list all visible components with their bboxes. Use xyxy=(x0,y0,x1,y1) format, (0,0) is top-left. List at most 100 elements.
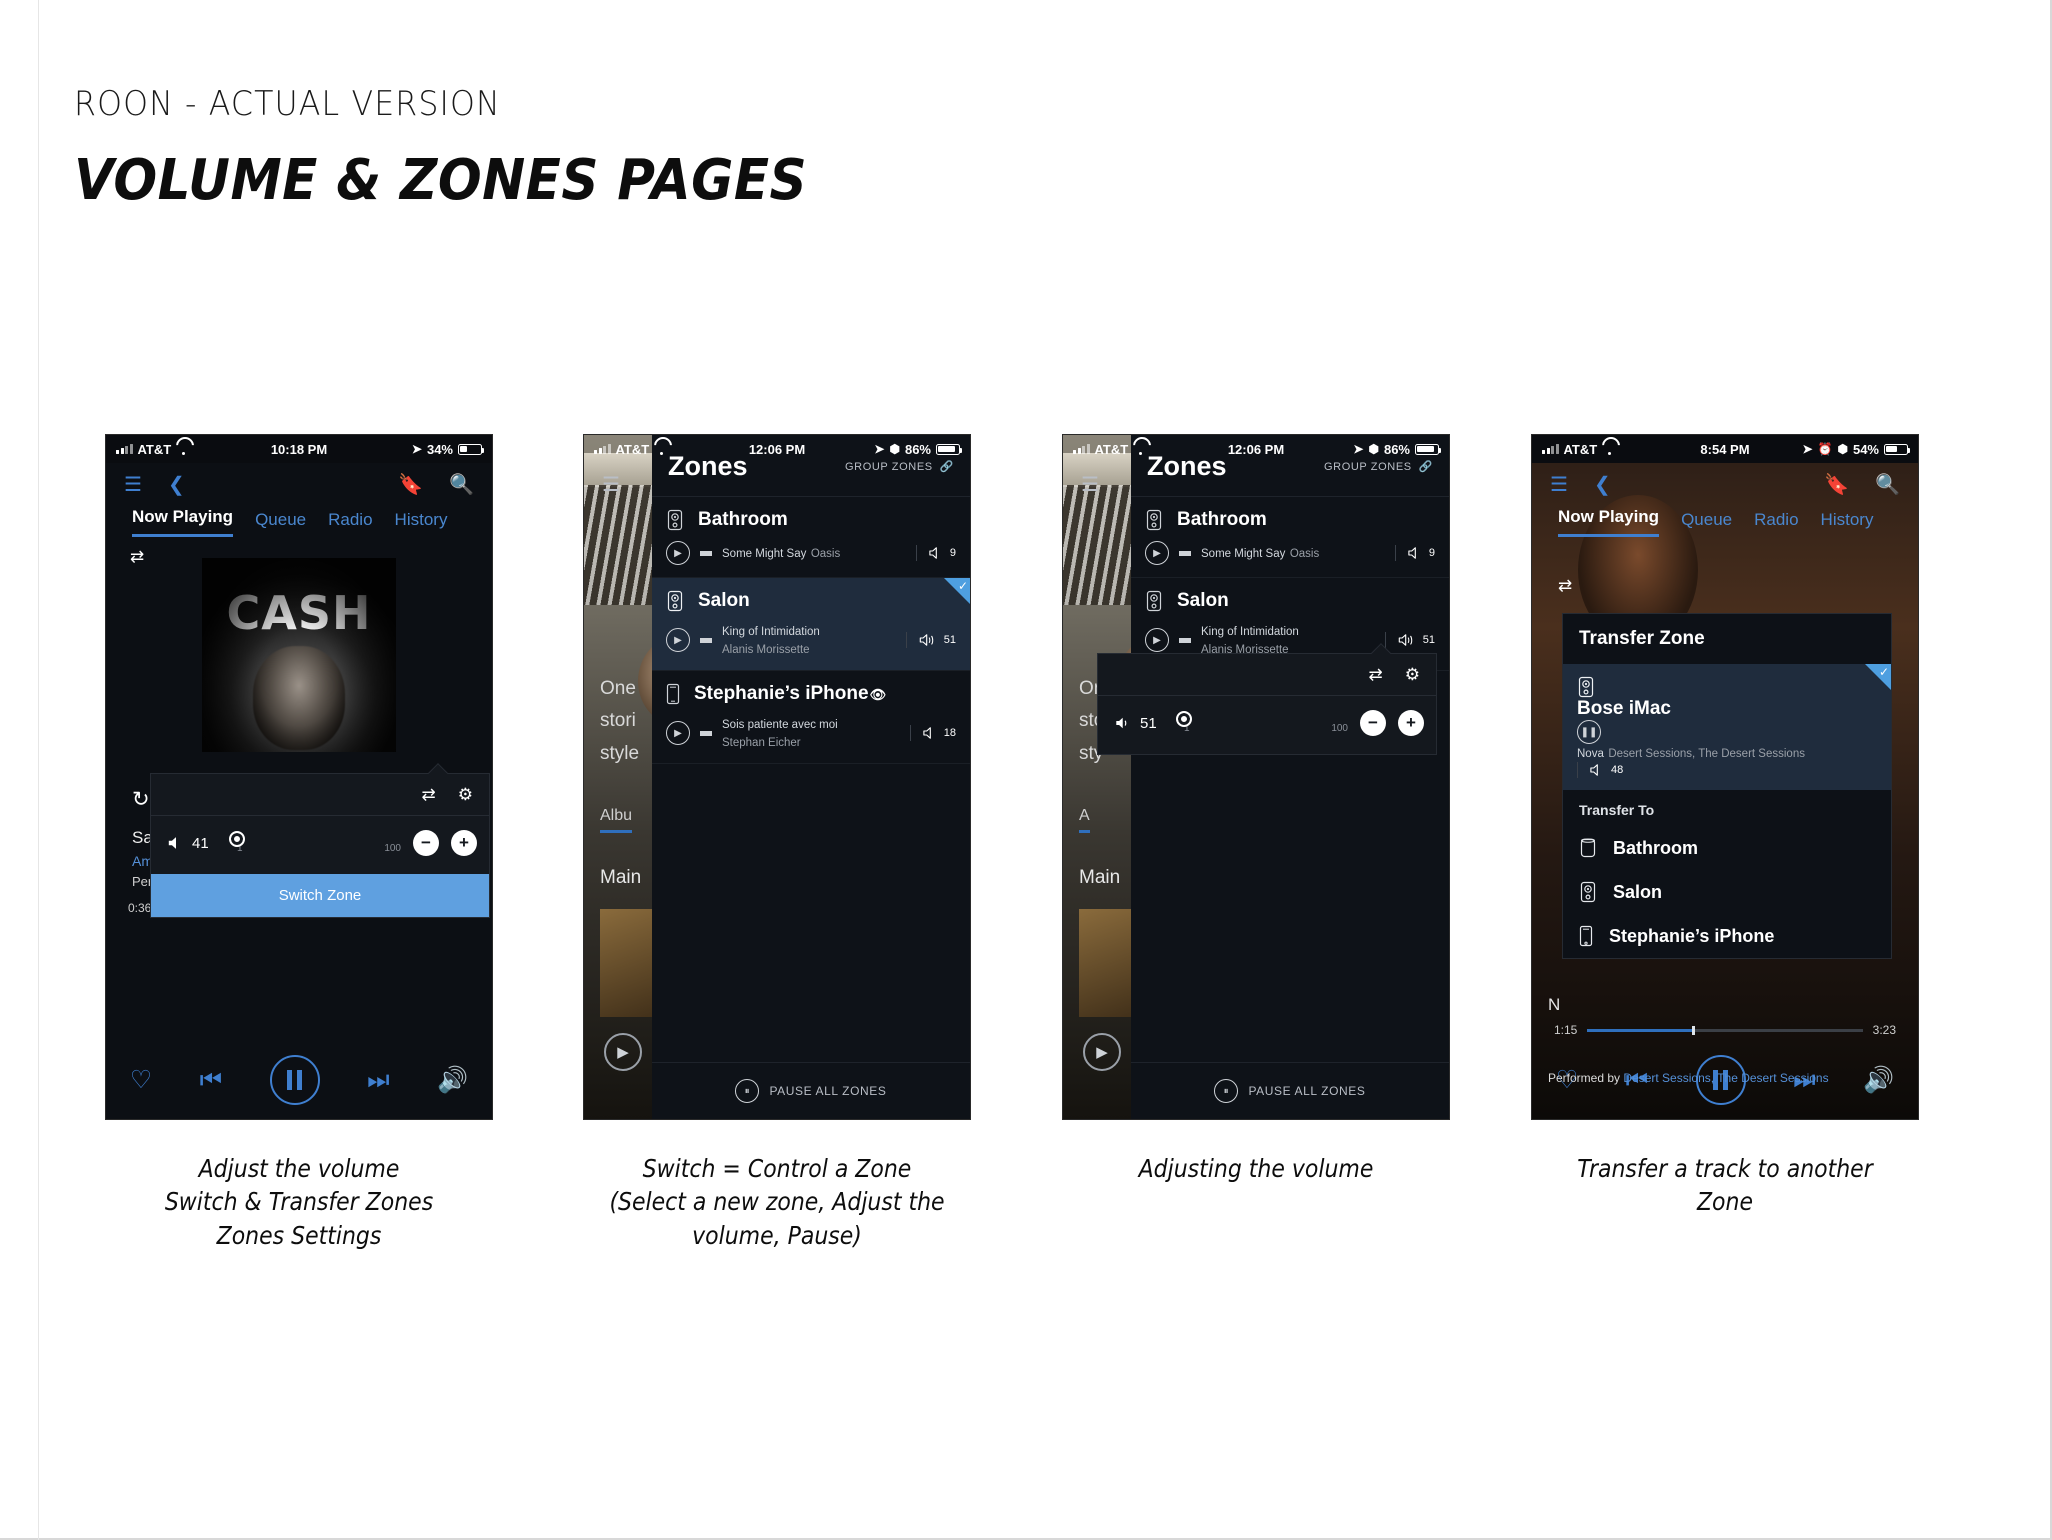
ios-status-bar: AT&T 8:54 PM ➤ ⏰ ⬢ 54% xyxy=(1532,435,1918,463)
zone-volume[interactable]: 51 xyxy=(905,632,956,648)
zone-name: Salon xyxy=(1177,590,1229,611)
volume-slider-knob[interactable] xyxy=(1176,710,1192,727)
search-icon[interactable]: 🔍 xyxy=(1875,475,1900,495)
transfer-zone-icon[interactable]: ⇄ xyxy=(130,547,144,567)
pause-all-zones-button[interactable]: ⏸ PAUSE ALL ZONES xyxy=(1131,1062,1449,1119)
repeat-icon[interactable]: ↻ xyxy=(132,787,150,812)
back-icon[interactable]: ❮ xyxy=(1594,475,1611,495)
background-play-button[interactable]: ▶ xyxy=(604,1033,642,1071)
tab-radio[interactable]: Radio xyxy=(1754,510,1798,537)
transfer-zone-icon[interactable]: ⇄ xyxy=(422,785,436,805)
slide-title: VOLUME & ZONES PAGES xyxy=(74,148,808,213)
tab-radio[interactable]: Radio xyxy=(328,510,372,537)
volume-value: 41 xyxy=(192,834,209,852)
transfer-target-name: Stephanie’s iPhone xyxy=(1609,925,1775,946)
transfer-zone-icon[interactable]: ⇄ xyxy=(1558,577,1572,594)
status-right: ➤ ⏰ ⬢ 54% xyxy=(1802,441,1911,457)
zone-play-button[interactable]: ▶ xyxy=(666,628,690,652)
next-track-button[interactable]: ⏭ xyxy=(367,1066,390,1095)
zone-volume[interactable]: 51 xyxy=(1384,632,1435,648)
zone-track-info: King of Intimidation Alanis Morissette xyxy=(722,622,896,658)
tab-queue[interactable]: Queue xyxy=(1681,510,1732,537)
volume-button[interactable]: 🔊 xyxy=(437,1066,468,1095)
tab-now-playing[interactable]: Now Playing xyxy=(132,507,234,537)
app-navbar: ☰ ❮ 🔖 🔍 xyxy=(106,463,492,501)
volume-increase-button[interactable]: + xyxy=(451,830,477,856)
zone-track-artist: Oasis xyxy=(810,548,841,560)
transfer-zone-icon[interactable]: ⇄ xyxy=(1369,665,1383,685)
zone-volume[interactable]: 48 xyxy=(1577,762,1877,778)
seek-bar[interactable] xyxy=(1587,1025,1863,1035)
zone-volume-value: 9 xyxy=(949,547,956,559)
zone-head: Stephanie’s iPhone👁 xyxy=(666,683,956,705)
volume-decrease-button[interactable]: − xyxy=(1360,710,1386,736)
volume-decrease-button[interactable]: − xyxy=(413,830,439,856)
status-left: AT&T xyxy=(1542,442,1616,457)
volume-button[interactable]: 🔊 xyxy=(1863,1066,1894,1095)
battery-percent: 54% xyxy=(1852,441,1879,457)
zone-settings-gear-icon[interactable]: ⚙ xyxy=(458,785,473,805)
back-icon[interactable]: ❮ xyxy=(168,475,185,495)
transfer-zone-current[interactable]: Bose iMac ❚❚ Nova Desert Sessions, The D… xyxy=(1563,664,1891,790)
previous-track-button[interactable]: ⏮ xyxy=(200,1066,223,1095)
zone-row[interactable]: Salon ▶ King of Intimidation Alanis Mori… xyxy=(652,578,970,671)
volume-max-label: 100 xyxy=(1331,722,1348,734)
zone-row[interactable]: Stephanie’s iPhone👁 ▶ Sois patiente avec… xyxy=(652,671,970,764)
menu-icon[interactable]: ☰ xyxy=(1550,475,1568,495)
zone-name: Bathroom xyxy=(1177,509,1267,530)
search-icon[interactable]: 🔍 xyxy=(449,475,474,495)
phone-mockup-2: One stori style Albu Main ▶ AT&T 12:06 P… xyxy=(583,434,971,1120)
location-arrow-icon: ➤ xyxy=(1802,442,1813,456)
cellular-signal-icon xyxy=(1073,444,1090,454)
zone-playback-row: ❚❚ Nova Desert Sessions, The Desert Sess… xyxy=(1577,720,1877,778)
zone-volume[interactable]: 18 xyxy=(909,725,956,741)
pause-all-zones-button[interactable]: ⏸ PAUSE ALL ZONES xyxy=(652,1062,970,1119)
favorite-heart-icon[interactable]: ♡ xyxy=(130,1065,152,1095)
zone-play-button[interactable]: ▶ xyxy=(1145,541,1169,565)
menu-icon[interactable]: ☰ xyxy=(602,475,620,495)
zone-track-info: Nova Desert Sessions, The Desert Session… xyxy=(1577,744,1805,761)
volume-slider-knob[interactable] xyxy=(229,830,245,847)
performed-by-link[interactable]: Desert Sessions, The Desert Sessions xyxy=(1623,1071,1828,1085)
tab-queue[interactable]: Queue xyxy=(255,510,306,537)
zone-volume[interactable]: 9 xyxy=(915,545,956,561)
pause-all-zones-label: PAUSE ALL ZONES xyxy=(1248,1084,1366,1098)
background-play-button[interactable]: ▶ xyxy=(1083,1033,1121,1071)
eye-icon: 👁 xyxy=(869,687,887,702)
zone-play-button[interactable]: ▶ xyxy=(666,541,690,565)
zone-pause-button[interactable]: ❚❚ xyxy=(1577,720,1601,744)
zone-row[interactable]: Bathroom ▶ Some Might Say Oasis 9 xyxy=(652,497,970,578)
volume-increase-button[interactable]: + xyxy=(1398,710,1424,736)
status-right: ➤ 34% xyxy=(412,442,485,457)
tab-history[interactable]: History xyxy=(1821,510,1874,537)
bookmark-icon[interactable]: 🔖 xyxy=(398,475,423,495)
zone-name: Bathroom xyxy=(698,509,788,530)
status-right: ➤ ⬢ 86% xyxy=(1353,442,1442,457)
transfer-target-bathroom[interactable]: Bathroom xyxy=(1563,826,1891,870)
phone-mockup-1: AT&T 10:18 PM ➤ 34% ☰ ❮ 🔖 🔍 Now Playing … xyxy=(105,434,493,1120)
transfer-target-salon[interactable]: Salon xyxy=(1563,870,1891,914)
slide-border-left xyxy=(38,0,39,1540)
speaker-plain-icon xyxy=(1580,838,1596,858)
tab-bar: Now Playing Queue Radio History xyxy=(1532,501,1918,537)
transfer-target-iphone[interactable]: Stephanie’s iPhone xyxy=(1563,914,1891,958)
switch-zone-button[interactable]: Switch Zone xyxy=(151,874,489,917)
zone-settings-gear-icon[interactable]: ⚙ xyxy=(1405,665,1420,685)
background-main-label: Main xyxy=(600,867,642,888)
zone-name: Bose iMac xyxy=(1577,698,1671,719)
bookmark-icon[interactable]: 🔖 xyxy=(1824,475,1849,495)
tab-history[interactable]: History xyxy=(395,510,448,537)
zone-play-button[interactable]: ▶ xyxy=(666,721,690,745)
speaker-icon xyxy=(1580,881,1596,903)
tab-now-playing[interactable]: Now Playing xyxy=(1558,507,1660,537)
volume-slider[interactable]: 1 100 xyxy=(229,830,401,854)
zone-progress-dash xyxy=(1179,637,1191,643)
zone-play-button[interactable]: ▶ xyxy=(1145,628,1169,652)
menu-icon[interactable]: ☰ xyxy=(1081,475,1099,495)
zone-volume[interactable]: 9 xyxy=(1394,545,1435,561)
menu-icon[interactable]: ☰ xyxy=(124,475,142,495)
pause-button[interactable] xyxy=(269,1055,320,1105)
status-left: AT&T xyxy=(1073,442,1147,457)
volume-slider[interactable]: 1 100 xyxy=(1176,710,1348,734)
zone-row[interactable]: Bathroom ▶ Some Might Say Oasis 9 xyxy=(1131,497,1449,578)
